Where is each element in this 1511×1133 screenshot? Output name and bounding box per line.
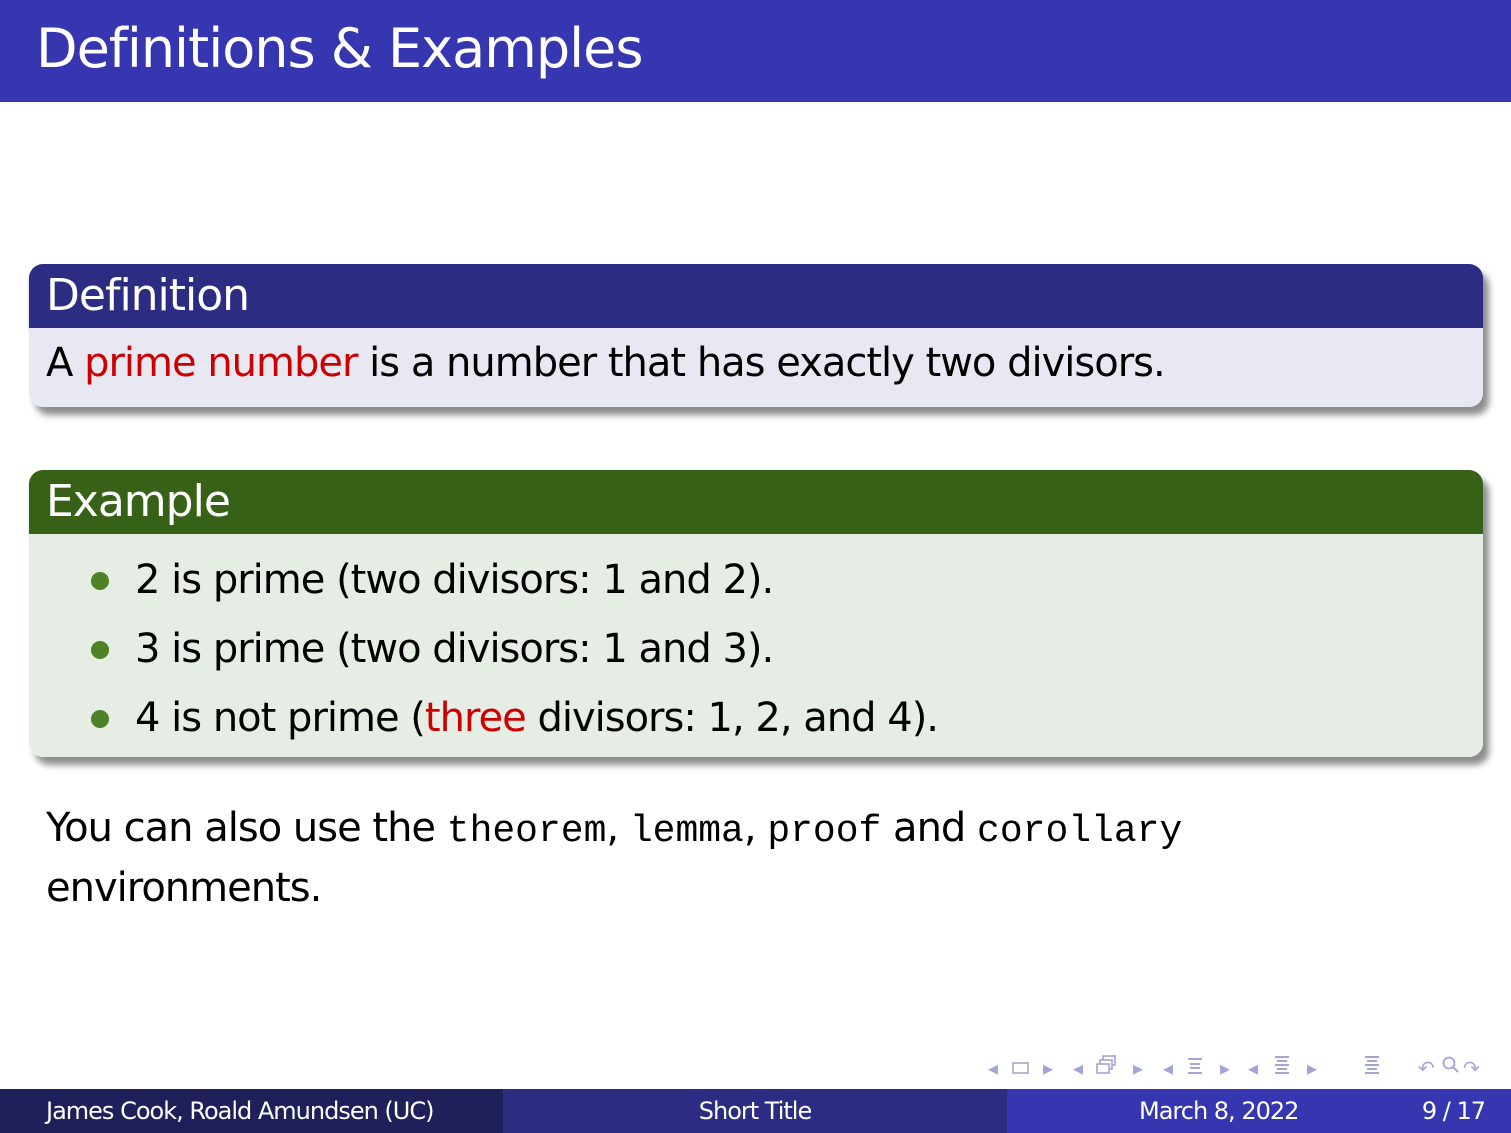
definition-block-header: Definition xyxy=(29,264,1483,328)
definition-block-body: A prime number is a number that has exac… xyxy=(29,328,1483,407)
environments-note: You can also use the theorem, lemma, pro… xyxy=(46,800,1376,916)
footer-authors: James Cook, Roald Amundsen (UC) xyxy=(46,1097,434,1125)
prev-frame-arrow-icon[interactable]: ◂ xyxy=(988,1054,998,1082)
note-text: , xyxy=(743,805,768,851)
section-icon[interactable] xyxy=(1185,1054,1205,1083)
list-item: 4 is not prime (three divisors: 1, 2, an… xyxy=(89,684,939,753)
document-icon[interactable] xyxy=(1272,1054,1292,1083)
list-item-text: 2 is prime (two divisors: 1 and 2). xyxy=(135,557,774,603)
definition-block: Definition A prime number is a number th… xyxy=(29,264,1483,407)
footer-authors-section: James Cook, Roald Amundsen (UC) xyxy=(0,1089,503,1133)
next-frame-arrow-icon[interactable]: ▸ xyxy=(1043,1054,1053,1082)
example-list: 2 is prime (two divisors: 1 and 2). 3 is… xyxy=(89,546,939,753)
search-icon[interactable] xyxy=(1441,1054,1461,1082)
code-lemma: lemma xyxy=(629,810,744,853)
subsection-frames-icon[interactable] xyxy=(1095,1054,1119,1083)
frame-icon[interactable] xyxy=(1012,1054,1030,1082)
definition-term-highlight: prime number xyxy=(84,340,358,386)
list-item: 3 is prime (two divisors: 1 and 3). xyxy=(89,615,938,684)
footer-title-section: Short Title xyxy=(503,1089,1007,1133)
undo-icon[interactable]: ↶ xyxy=(1418,1054,1435,1082)
list-item-highlight: three xyxy=(424,695,527,741)
list-item-text: 3 is prime (two divisors: 1 and 3). xyxy=(135,626,774,672)
list-item: 2 is prime (two divisors: 1 and 2). xyxy=(89,546,938,615)
note-text: You can also use the xyxy=(46,805,447,851)
next-subsection-arrow-icon[interactable]: ▸ xyxy=(1133,1054,1143,1082)
code-theorem: theorem xyxy=(446,810,607,853)
definition-text: A prime number is a number that has exac… xyxy=(46,339,1166,387)
note-text: environments. xyxy=(46,865,322,911)
next-document-arrow-icon[interactable]: ▸ xyxy=(1307,1054,1317,1082)
bullet-icon xyxy=(91,572,109,590)
note-text: and xyxy=(881,805,978,851)
code-corollary: corollary xyxy=(977,810,1183,853)
bullet-icon xyxy=(91,641,109,659)
note-text: , xyxy=(606,805,630,851)
redo-icon[interactable]: ↷ xyxy=(1463,1054,1480,1082)
footer-date-section: March 8, 2022 9 / 17 xyxy=(1007,1089,1511,1133)
definition-text-part: is a number that has exactly two divisor… xyxy=(357,340,1166,386)
example-block-title: Example xyxy=(46,476,231,527)
definition-block-title: Definition xyxy=(46,270,250,321)
example-block-header: Example xyxy=(29,470,1483,534)
prev-section-arrow-icon[interactable]: ◂ xyxy=(1163,1054,1173,1082)
list-item-text: divisors: 1, 2, and 4). xyxy=(525,695,939,741)
footer-bar: James Cook, Roald Amundsen (UC) Short Ti… xyxy=(0,1089,1511,1133)
toc-icon[interactable] xyxy=(1362,1054,1382,1083)
footer-page-number: 9 / 17 xyxy=(1421,1097,1486,1125)
prev-document-arrow-icon[interactable]: ◂ xyxy=(1248,1054,1258,1082)
beamer-navigation-bar: ◂ ▸ ◂ ▸ ◂ ▸ ◂ ▸ ↶ ↷ xyxy=(985,1054,1505,1082)
next-section-arrow-icon[interactable]: ▸ xyxy=(1220,1054,1230,1082)
footer-date: March 8, 2022 xyxy=(1139,1097,1299,1125)
code-proof: proof xyxy=(767,810,882,853)
footer-short-title: Short Title xyxy=(698,1097,812,1125)
list-item-text: 4 is not prime ( xyxy=(135,695,426,741)
frame-title-bar: Definitions & Examples xyxy=(0,0,1511,102)
slide-title: Definitions & Examples xyxy=(36,17,643,80)
example-block-body: 2 is prime (two divisors: 1 and 2). 3 is… xyxy=(29,534,1483,757)
definition-text-part: A xyxy=(46,340,85,386)
bullet-icon xyxy=(91,710,109,728)
prev-subsection-arrow-icon[interactable]: ◂ xyxy=(1073,1054,1083,1082)
example-block: Example 2 is prime (two divisors: 1 and … xyxy=(29,470,1483,757)
